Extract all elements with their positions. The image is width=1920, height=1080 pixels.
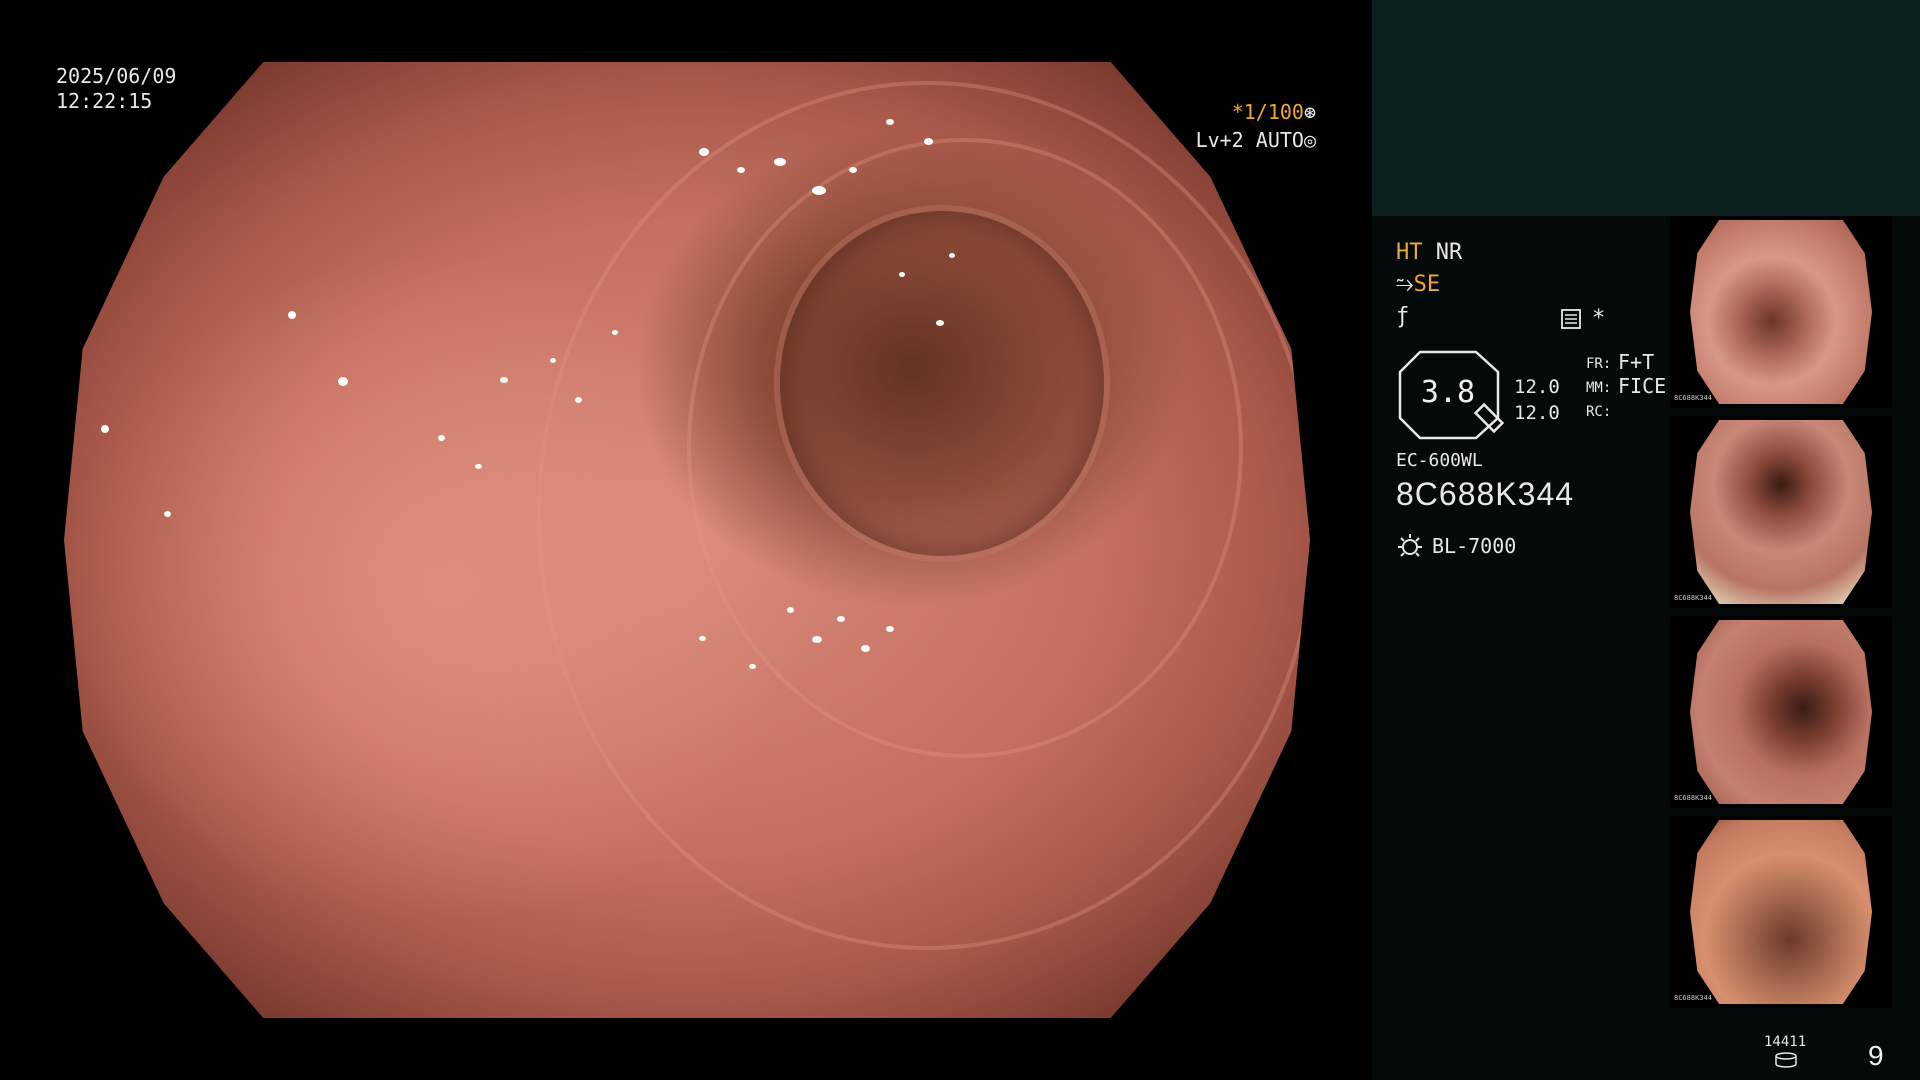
ht-label: HT xyxy=(1396,240,1423,265)
value-column: 12.0 12.0 xyxy=(1514,374,1560,426)
panel-header-area xyxy=(1372,0,1920,216)
thumbnail-picture xyxy=(1690,420,1872,604)
thumbnail-image[interactable]: 8C688K344 xyxy=(1670,216,1892,408)
thumbnail-picture xyxy=(1690,220,1872,404)
storage-disk-icon xyxy=(1775,1052,1797,1068)
thumbnail-picture xyxy=(1690,620,1872,804)
thumbnail-image[interactable]: 8C688K344 xyxy=(1670,816,1892,1008)
light-source-icon xyxy=(1398,534,1422,557)
thumbnail-label: 8C688K344 xyxy=(1674,794,1712,802)
time-display: 12:22:15 xyxy=(56,89,153,113)
main-endoscope-view: 2025/06/09 12:22:15 *1/100⊛ Lv+2 AUTO◎ xyxy=(0,0,1372,1080)
light-reflection xyxy=(699,635,707,641)
light-reflection xyxy=(612,329,619,335)
light-reflection xyxy=(500,377,509,384)
thumbnail-image[interactable]: 8C688K344 xyxy=(1670,616,1892,808)
shutter-speed: *1/100 xyxy=(1231,100,1304,124)
iris-icon: ◎ xyxy=(1303,128,1316,152)
mm-label: MM: xyxy=(1586,380,1612,396)
light-reflection xyxy=(549,358,556,364)
right-info-panel: HT NR ⥲SE ƒ * 3.8 12.0 12.0 FR: MM: RC: … xyxy=(1372,0,1920,1080)
light-source-model: BL-7000 xyxy=(1432,534,1517,558)
image-count: 14411 xyxy=(1764,1034,1807,1050)
mode-values: F+T FICE xyxy=(1618,350,1666,398)
thumbnail-image[interactable]: 8C688K344 xyxy=(1670,416,1892,608)
function-icon: ƒ xyxy=(1396,304,1410,329)
shutter-speed-row: *1/100⊛ xyxy=(1232,100,1316,124)
thumbnail-label: 8C688K344 xyxy=(1674,594,1712,602)
brightness-level: Lv+2 xyxy=(1195,128,1244,152)
light-reflection xyxy=(774,157,787,166)
light-reflection xyxy=(475,463,483,469)
fr-value: F+T xyxy=(1618,350,1655,374)
light-reflection xyxy=(288,310,297,319)
scope-model: EC-600WL xyxy=(1396,450,1483,471)
shutter-icon: ⊛ xyxy=(1303,100,1316,124)
se-label: SE xyxy=(1413,272,1441,297)
page-number: 9 xyxy=(1868,1040,1884,1071)
value-top: 12.0 xyxy=(1514,376,1560,398)
light-reflection xyxy=(811,186,826,196)
scope-serial: 8C688K344 xyxy=(1396,476,1575,512)
mode-labels: FR: MM: RC: xyxy=(1586,352,1611,424)
ht-nr-row: HT NR xyxy=(1396,240,1462,265)
structure-enhance-icon: ⥲ xyxy=(1396,272,1414,297)
thumbnail-picture xyxy=(1690,820,1872,1004)
light-reflection xyxy=(948,253,955,259)
star-indicator: * xyxy=(1592,306,1606,331)
value-bottom: 12.0 xyxy=(1514,402,1560,424)
brightness-row: Lv+2 AUTO◎ xyxy=(1196,128,1316,152)
thumbnail-label: 8C688K344 xyxy=(1674,394,1712,402)
zoom-indicator: 3.8 xyxy=(1398,350,1510,440)
light-reflection xyxy=(736,167,745,174)
mucosal-fold xyxy=(537,81,1310,950)
endoscopy-screen: 2025/06/09 12:22:15 *1/100⊛ Lv+2 AUTO◎ H… xyxy=(0,0,1920,1080)
se-row: ⥲SE xyxy=(1396,272,1440,297)
rc-label: RC: xyxy=(1586,404,1612,420)
light-reflection xyxy=(101,425,110,434)
fr-label: FR: xyxy=(1586,356,1612,372)
light-reflection xyxy=(786,606,794,613)
nr-label: NR xyxy=(1435,240,1463,265)
light-reflection xyxy=(338,377,349,387)
mm-value: FICE xyxy=(1618,374,1667,398)
zoom-value: 3.8 xyxy=(1420,375,1476,410)
iris-mode: AUTO xyxy=(1255,128,1304,152)
light-reflection xyxy=(437,434,445,441)
light-reflection xyxy=(574,396,582,403)
light-reflection xyxy=(811,635,822,643)
endoscope-live-image xyxy=(64,62,1310,1018)
settings-list-icon xyxy=(1561,309,1581,329)
thumbnail-label: 8C688K344 xyxy=(1674,994,1712,1002)
f-row: ƒ xyxy=(1396,304,1409,329)
date-display: 2025/06/09 xyxy=(56,64,177,88)
light-reflection xyxy=(163,511,171,518)
